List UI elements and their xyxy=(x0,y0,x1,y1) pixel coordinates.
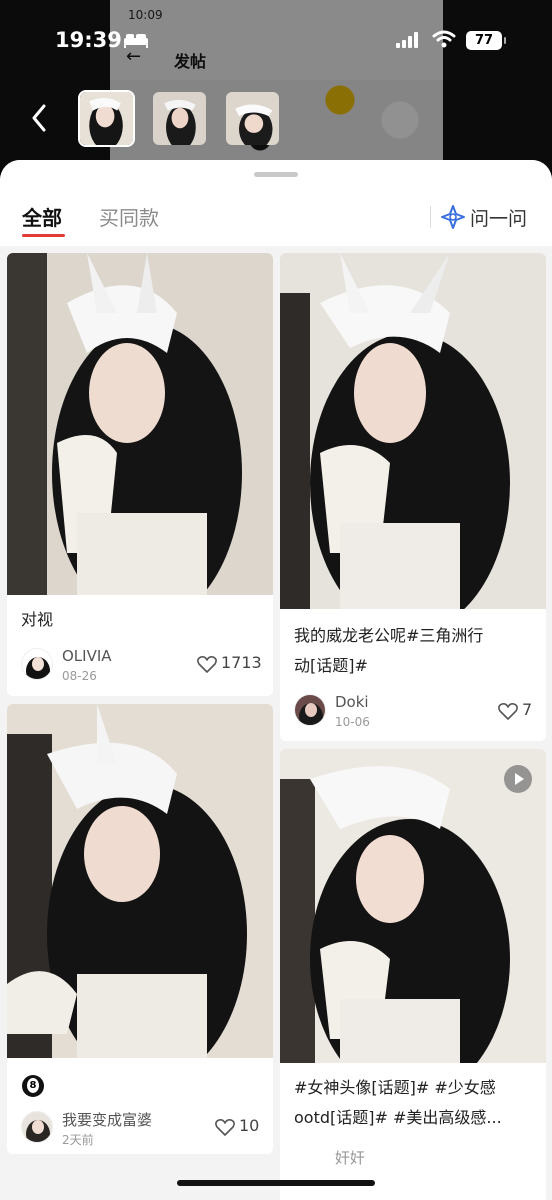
post-image xyxy=(280,253,546,609)
post-card[interactable]: #女神头像[话题]# #少女感 ootd[话题]# #美出高级感... 奸奸 xyxy=(280,749,546,1200)
home-indicator xyxy=(177,1180,375,1186)
post-card[interactable]: 我的威龙老公呢#三角洲行 动[话题]# Doki 10-06 7 xyxy=(280,253,546,741)
like-count: 10 xyxy=(239,1116,260,1135)
post-title-line-2: 动[话题]# xyxy=(294,656,368,675)
thumbnail-2[interactable] xyxy=(151,90,208,147)
author-avatar[interactable] xyxy=(21,648,53,680)
tab-all[interactable]: 全部 xyxy=(22,202,62,231)
sheet-header: 全部 买同款 问一问 xyxy=(0,160,552,246)
post-card[interactable]: 我要变成富婆 2天前 10 xyxy=(7,704,273,1154)
tab-buy-same-style[interactable]: 买同款 xyxy=(99,202,159,231)
related-posts-sheet: 全部 买同款 问一问 对视 OLIVIA 08-26 1713 我的威龙老公呢#… xyxy=(0,160,552,1200)
post-title-line-2: ootd[话题]# #美出高级感... xyxy=(294,1108,502,1127)
post-image xyxy=(7,253,273,595)
battery-indicator: 77 xyxy=(466,31,506,50)
thumbnail-image xyxy=(80,92,133,145)
cellular-signal-icon xyxy=(396,32,418,48)
heart-icon[interactable] xyxy=(498,702,518,720)
image-thumbnail-strip xyxy=(78,90,281,147)
thumbnail-3[interactable] xyxy=(224,90,281,147)
ask-button-label[interactable]: 问一问 xyxy=(470,204,527,231)
drag-handle[interactable] xyxy=(254,172,298,177)
author-name: 奸奸 xyxy=(335,1149,366,1167)
8-ball-icon xyxy=(22,1075,44,1097)
like-count: 1713 xyxy=(221,653,262,672)
author-avatar[interactable] xyxy=(21,1111,53,1143)
author-name: 我要变成富婆 xyxy=(62,1111,153,1129)
author-name: OLIVIA xyxy=(62,647,112,665)
author-avatar[interactable] xyxy=(294,694,326,726)
back-arrow-icon[interactable] xyxy=(26,100,52,136)
post-title: 对视 xyxy=(21,610,54,629)
sleep-focus-icon xyxy=(124,34,148,48)
like-count: 7 xyxy=(522,700,533,719)
preview-time: 10:09 xyxy=(128,8,163,22)
post-card[interactable]: 对视 OLIVIA 08-26 1713 xyxy=(7,253,273,696)
author-name: Doki xyxy=(335,693,369,711)
post-title-line-1: 我的威龙老公呢#三角洲行 xyxy=(294,626,484,645)
status-bar: 19:39 77 xyxy=(0,28,552,62)
wifi-icon xyxy=(432,30,456,48)
thumbnail-1[interactable] xyxy=(78,90,135,147)
post-date: 10-06 xyxy=(335,715,370,729)
header-divider xyxy=(430,206,431,228)
post-image xyxy=(280,749,546,1063)
top-overlay: 10:09 ← 发帖 19:39 77 xyxy=(0,0,552,170)
heart-icon[interactable] xyxy=(197,655,217,673)
heart-icon[interactable] xyxy=(215,1118,235,1136)
post-date: 08-26 xyxy=(62,669,97,683)
post-title-line-1: #女神头像[话题]# #少女感 xyxy=(294,1078,496,1097)
thumbnail-image xyxy=(153,92,206,145)
ai-sparkle-icon[interactable] xyxy=(440,204,466,230)
video-play-icon xyxy=(504,765,532,793)
active-tab-indicator xyxy=(22,234,65,237)
status-time: 19:39 xyxy=(55,28,122,52)
post-image xyxy=(7,704,273,1058)
post-date: 2天前 xyxy=(62,1133,94,1147)
thumbnail-image xyxy=(226,92,279,145)
